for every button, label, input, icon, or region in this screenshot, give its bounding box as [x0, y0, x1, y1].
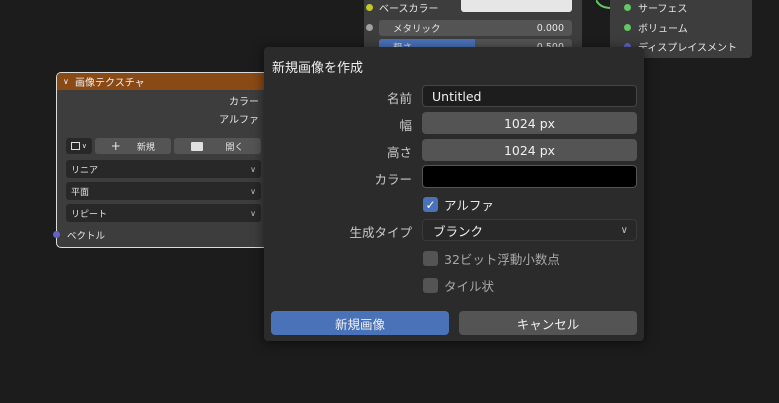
generated-type-value: ブランク: [433, 223, 484, 239]
alpha-checkbox[interactable]: ✓ アルファ: [423, 195, 494, 214]
checkbox-empty-icon: [423, 251, 438, 266]
alpha-label: アルファ: [444, 198, 494, 213]
image-datablock-row: ∨ + 新規 開く: [66, 137, 261, 155]
extension-value: リピート: [71, 209, 108, 220]
chevron-down-icon: ∨: [620, 224, 628, 236]
chevron-down-icon: ∨: [250, 186, 256, 196]
projection-select[interactable]: 平面 ∨: [66, 182, 261, 200]
alpha-output-label: アルファ: [219, 115, 259, 126]
color-swatch[interactable]: [422, 165, 637, 188]
height-label: 高さ: [386, 145, 412, 160]
open-image-label: 開く: [225, 142, 244, 153]
generated-type-select[interactable]: ブランク ∨: [422, 219, 637, 241]
plus-icon: +: [110, 139, 121, 153]
volume-label: ボリューム: [638, 24, 688, 35]
interpolation-value: リニア: [71, 165, 99, 176]
chevron-down-icon: ∨: [250, 164, 256, 174]
new-image-label: 新規: [136, 142, 155, 153]
cancel-button[interactable]: キャンセル: [459, 311, 637, 335]
tiled-label: タイル状: [444, 279, 495, 294]
metallic-slider[interactable]: メタリック 0.000: [379, 20, 572, 36]
chevron-down-icon: ∨: [81, 142, 87, 150]
interpolation-select[interactable]: リニア ∨: [66, 160, 261, 178]
float-buffer-label: 32ビット浮動小数点: [444, 252, 560, 267]
vector-input-label: ベクトル: [67, 231, 106, 242]
surface-label: サーフェス: [638, 4, 688, 15]
displacement-label: ディスプレイスメント: [638, 43, 737, 54]
name-input[interactable]: Untitled: [422, 85, 637, 107]
metallic-label: メタリック: [393, 24, 441, 35]
new-image-button[interactable]: + 新規: [94, 138, 171, 154]
new-image-dialog: 新規画像を作成 名前 Untitled 幅 1024 px 高さ 1024 px…: [264, 47, 644, 341]
image-browse-button[interactable]: ∨: [66, 138, 92, 154]
new-image-ok-button[interactable]: 新規画像: [271, 311, 449, 335]
color-label: カラー: [374, 172, 412, 187]
image-icon: [70, 142, 80, 150]
image-texture-node[interactable]: ∨ 画像テクスチャ カラー アルファ ∨ + 新規 開く リニア ∨ 平面 ∨ …: [56, 72, 268, 248]
image-texture-header[interactable]: ∨ 画像テクスチャ: [57, 73, 267, 90]
metallic-socket[interactable]: [366, 24, 373, 31]
width-label: 幅: [399, 118, 412, 133]
extension-select[interactable]: リピート ∨: [66, 204, 261, 222]
width-field[interactable]: 1024 px: [422, 112, 637, 134]
surface-socket[interactable]: [624, 4, 631, 11]
metallic-value: 0.000: [536, 22, 564, 34]
volume-socket[interactable]: [624, 24, 631, 31]
tiled-checkbox[interactable]: タイル状: [423, 276, 494, 295]
base-color-label: ベースカラー: [379, 4, 439, 15]
checkbox-empty-icon: [423, 278, 438, 293]
collapse-chevron-icon[interactable]: ∨: [63, 77, 73, 86]
base-color-swatch[interactable]: [461, 0, 572, 12]
generated-type-label: 生成タイプ: [349, 225, 412, 240]
image-texture-title: 画像テクスチャ: [75, 78, 145, 89]
open-image-button[interactable]: 開く: [173, 138, 261, 154]
name-label: 名前: [386, 91, 412, 106]
folder-icon: [191, 141, 204, 151]
chevron-down-icon: ∨: [250, 208, 256, 218]
checkmark-icon: ✓: [423, 197, 438, 212]
height-field[interactable]: 1024 px: [422, 139, 637, 161]
projection-value: 平面: [71, 187, 90, 198]
base-color-socket[interactable]: [366, 4, 373, 11]
vector-input-socket[interactable]: [53, 231, 60, 238]
color-output-label: カラー: [229, 97, 259, 108]
dialog-title: 新規画像を作成: [272, 61, 364, 76]
float-buffer-checkbox[interactable]: 32ビット浮動小数点: [423, 249, 560, 268]
